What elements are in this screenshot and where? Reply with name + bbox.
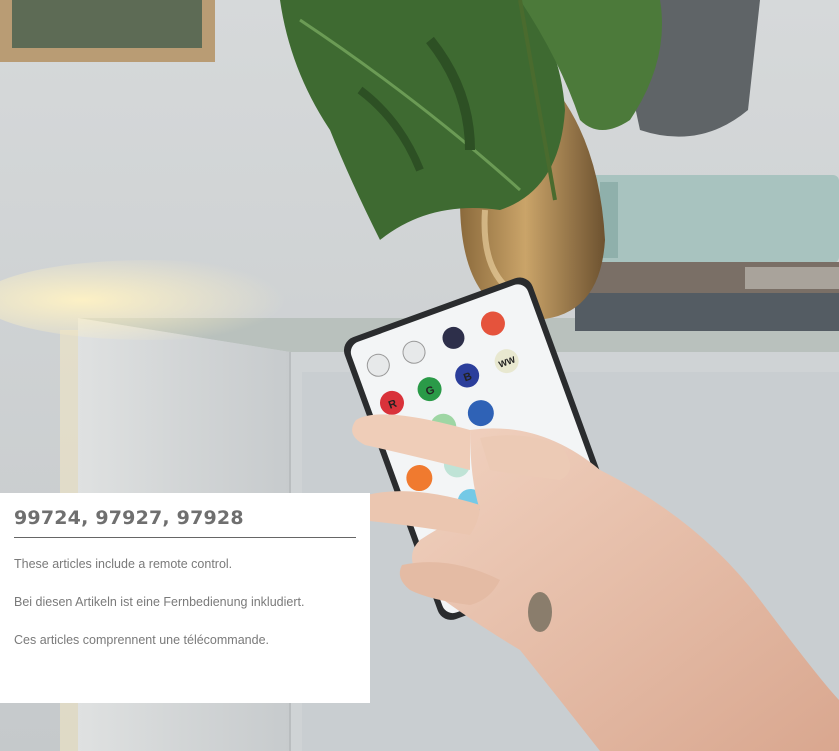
article-numbers-title: 99724, 97927, 97928	[14, 507, 244, 529]
caption-panel: 99724, 97927, 97928 These articles inclu…	[0, 493, 370, 703]
title-divider	[14, 537, 356, 538]
picture-frame	[0, 0, 215, 62]
books	[575, 175, 839, 331]
caption-german: Bei diesen Artikeln ist eine Fernbedienu…	[14, 595, 305, 609]
caption-english: These articles include a remote control.	[14, 557, 233, 571]
caption-french: Ces articles comprennent une télécommand…	[14, 633, 269, 647]
